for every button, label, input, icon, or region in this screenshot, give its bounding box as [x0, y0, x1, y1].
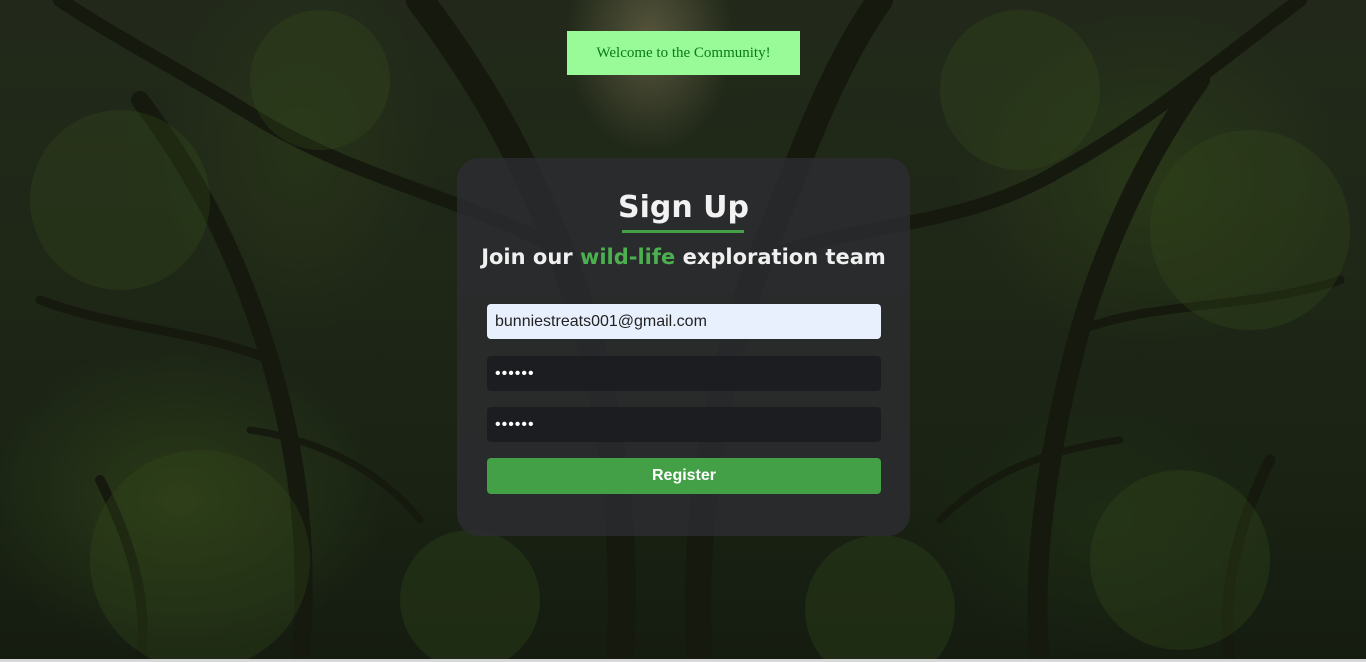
- subtitle-highlight: wild-life: [579, 245, 676, 269]
- title-underline: [622, 230, 744, 233]
- subtitle-text-end: exploration team: [675, 245, 886, 269]
- subtitle-text: Join our: [481, 245, 580, 269]
- confirm-password-field[interactable]: [487, 407, 881, 442]
- signup-card: Sign Up Join our wild-life exploration t…: [457, 158, 910, 536]
- welcome-banner: Welcome to the Community!: [567, 31, 800, 75]
- password-field[interactable]: [487, 356, 881, 391]
- signup-title: Sign Up: [617, 190, 749, 225]
- register-button[interactable]: Register: [487, 458, 881, 494]
- signup-subtitle: Join our wild-life exploration team: [457, 242, 910, 272]
- email-field[interactable]: [487, 304, 881, 339]
